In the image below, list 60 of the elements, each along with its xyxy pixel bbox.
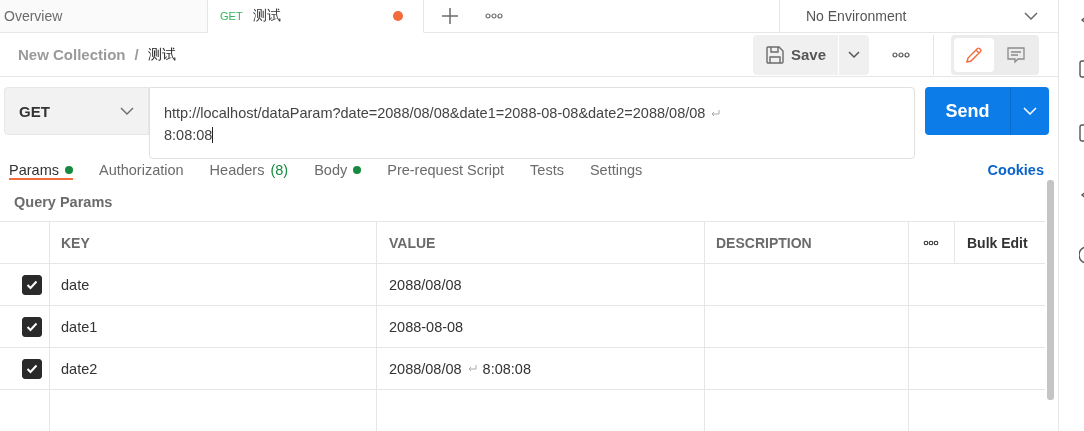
column-header: KEY xyxy=(61,234,90,251)
edit-button[interactable] xyxy=(954,37,994,72)
plus-icon[interactable] xyxy=(441,7,459,26)
table-cell: date2 xyxy=(61,360,98,377)
checkmark-icon xyxy=(26,321,38,332)
table-cell: 2088-08-08 xyxy=(389,318,464,335)
send-options-button[interactable] xyxy=(1010,87,1049,136)
bulk-edit-link[interactable]: Bulk Edit xyxy=(967,234,1028,251)
checkbox[interactable] xyxy=(22,316,42,337)
save-button[interactable]: Save xyxy=(752,34,838,75)
tab-label: Params xyxy=(9,161,59,178)
request-section-tab[interactable]: Pre-request Script xyxy=(387,159,505,180)
request-tab[interactable]: Overview xyxy=(0,0,208,34)
cookies-link[interactable]: Cookies xyxy=(987,161,1044,178)
table-cell: 2088/08/08 xyxy=(389,360,462,377)
breadcrumb-separator: / xyxy=(134,46,139,64)
tab-label: 测试 xyxy=(252,7,282,26)
header-count: (8) xyxy=(270,161,289,178)
column-header: VALUE xyxy=(389,234,436,251)
table-cell: date1 xyxy=(61,318,98,335)
request-tab[interactable]: GET 测试 xyxy=(208,0,424,34)
more-icon[interactable] xyxy=(923,239,939,246)
tab-label: Body xyxy=(314,161,348,178)
url-text: 8:08:08 xyxy=(164,126,213,146)
checkmark-icon xyxy=(26,279,38,290)
column-header: DESCRIPTION xyxy=(716,234,812,251)
request-section-tab[interactable]: Body xyxy=(314,159,362,180)
environment-dropdown[interactable]: No Environment xyxy=(780,0,1058,33)
tab-label: Overview xyxy=(4,8,64,25)
save-options-button[interactable] xyxy=(839,34,869,75)
chevron-down-icon xyxy=(848,50,860,59)
checkbox[interactable] xyxy=(22,358,42,379)
table-cell: 8:08:08 xyxy=(482,360,531,377)
request-section-tab[interactable]: Authorization xyxy=(98,159,184,180)
request-section-tab[interactable]: Params xyxy=(9,159,73,180)
section-title: Query Params xyxy=(13,193,114,212)
method-label: GET xyxy=(220,10,243,23)
chevron-down-icon xyxy=(1023,107,1037,116)
request-section-tab[interactable]: Headers (8) xyxy=(209,159,289,180)
scrollbar[interactable] xyxy=(1047,180,1054,400)
checkmark-icon xyxy=(26,363,38,374)
tab-label: Headers xyxy=(209,161,265,178)
request-name: 测试 xyxy=(147,45,176,64)
method-dropdown[interactable]: GET xyxy=(4,87,149,136)
comment-icon xyxy=(1006,44,1026,65)
request-section-tab[interactable]: Tests xyxy=(530,159,564,180)
line-break-icon xyxy=(467,365,477,372)
url-field[interactable]: http://localhost/dataParam?date=2088/08/08&date1=2088-08-08&date2=2088/08/08 8:08:08 xyxy=(149,87,915,160)
table-cell: 2088/08/08 xyxy=(389,276,462,293)
line-break-icon xyxy=(711,110,721,117)
more-icon[interactable] xyxy=(892,51,910,58)
table-cell: date xyxy=(61,276,90,293)
request-section-tab[interactable]: Settings xyxy=(589,159,643,180)
more-icon[interactable] xyxy=(485,13,503,20)
url-text: http://localhost/dataParam?date=2088/08/08&date1=2088-08-08&date2=2088/08/08 xyxy=(164,104,706,124)
chevron-down-icon xyxy=(120,107,134,116)
chevron-down-icon xyxy=(1024,12,1038,21)
checkbox[interactable] xyxy=(22,274,42,295)
pencil-icon xyxy=(964,44,984,65)
send-button[interactable]: Send xyxy=(925,87,1010,136)
